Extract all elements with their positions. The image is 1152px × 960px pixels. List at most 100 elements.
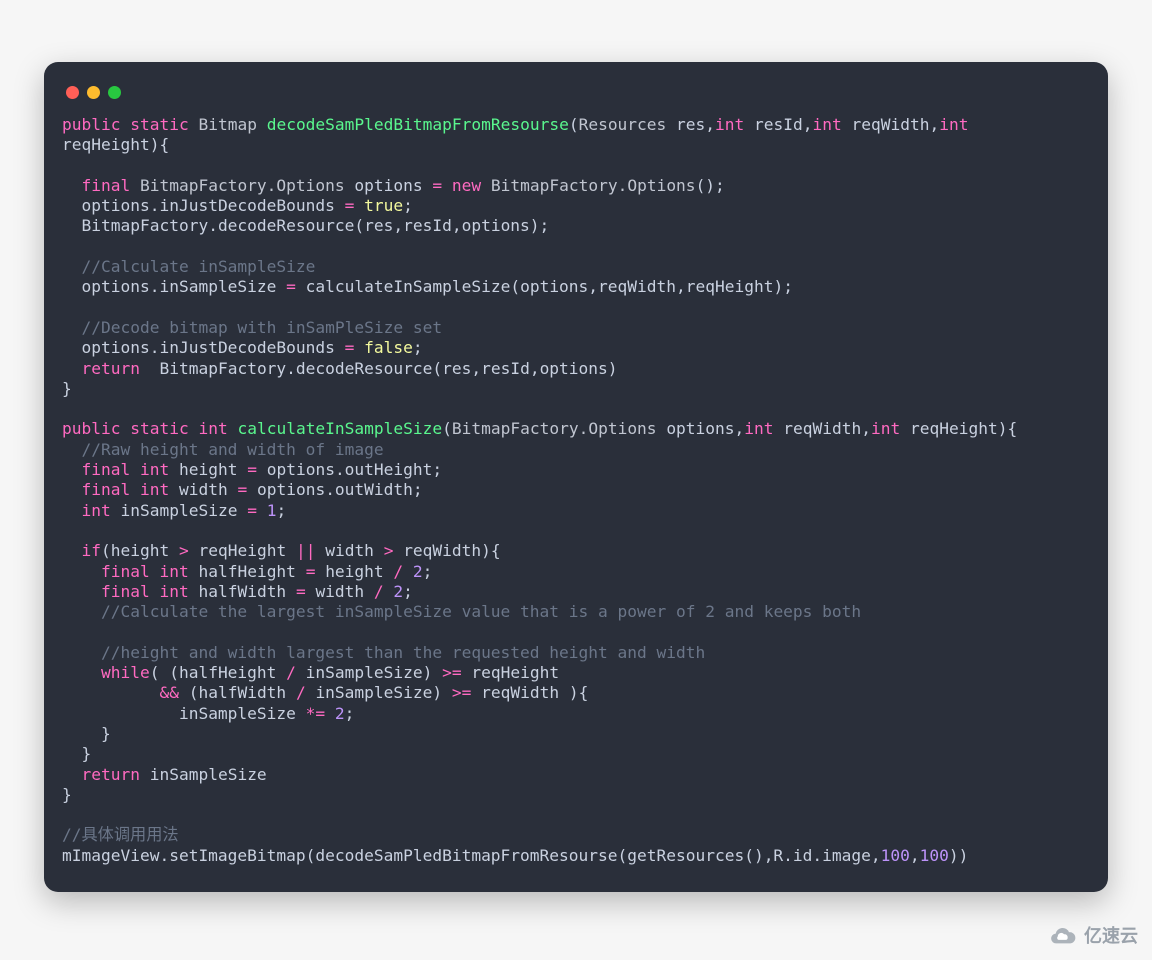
tok-id: }: [82, 744, 92, 763]
tok-id: reqHeight: [471, 663, 559, 682]
tok-cm: //Decode bitmap with inSamPleSize set: [82, 318, 443, 337]
tok-fn: calculateInSampleSize: [237, 419, 442, 438]
tok-id: BitmapFactory.decodeResource(res,resId,o…: [82, 216, 550, 235]
tok-id: options.outWidth;: [257, 480, 423, 499]
tok-cm: //Calculate inSampleSize: [82, 257, 316, 276]
tok-cm: //Calculate the largest inSampleSize val…: [101, 602, 861, 621]
tok-op: >=: [452, 683, 472, 702]
tok-op: =: [432, 176, 442, 195]
tok-op: =: [345, 196, 355, 215]
tok-id: width: [315, 582, 364, 601]
tok-id: ,: [861, 419, 871, 438]
tok-id: options.inSampleSize: [82, 277, 277, 296]
tok-ty: Resources: [579, 115, 667, 134]
close-icon[interactable]: [66, 86, 79, 99]
tok-id: height: [179, 460, 237, 479]
tok-op: =: [247, 460, 257, 479]
tok-kw: new: [452, 176, 481, 195]
maximize-icon[interactable]: [108, 86, 121, 99]
tok-id: ;: [403, 196, 413, 215]
tok-id: ( (halfHeight: [150, 663, 277, 682]
tok-op: =: [306, 562, 316, 581]
tok-kw: static: [130, 419, 188, 438]
tok-op: =: [286, 277, 296, 296]
tok-num: 2: [413, 562, 423, 581]
tok-id: }: [62, 785, 72, 804]
tok-ty: BitmapFactory.Options: [491, 176, 696, 195]
tok-id: ;: [276, 501, 286, 520]
tok-kw: int: [813, 115, 842, 134]
tok-kw: public: [62, 115, 120, 134]
tok-id: reqHeight){: [910, 419, 1017, 438]
tok-id: }: [62, 379, 72, 398]
tok-kw: static: [130, 115, 188, 134]
tok-kw: while: [101, 663, 150, 682]
tok-op: ||: [296, 541, 316, 560]
tok-kw: int: [140, 460, 169, 479]
tok-id: (halfWidth: [189, 683, 286, 702]
tok-id: inSampleSize: [150, 765, 267, 784]
tok-id: (: [442, 419, 452, 438]
tok-id: }: [101, 724, 111, 743]
tok-id: ;: [403, 582, 413, 601]
tok-ty: Bitmap: [198, 115, 256, 134]
tok-fn: decodeSamPledBitmapFromResourse: [267, 115, 569, 134]
tok-id: reqWidth){: [403, 541, 500, 560]
tok-id: ;: [345, 704, 355, 723]
tok-id: ,: [930, 115, 940, 134]
tok-op: &&: [159, 683, 179, 702]
tok-ty: BitmapFactory.Options: [140, 176, 345, 195]
tok-id: options.inJustDecodeBounds: [82, 196, 335, 215]
tok-kw: int: [159, 582, 188, 601]
tok-id: reqWidth: [852, 115, 930, 134]
tok-id: reqHeight: [198, 541, 286, 560]
tok-id: inSampleSize: [121, 501, 238, 520]
tok-id: inSampleSize): [306, 663, 433, 682]
tok-id: options: [354, 176, 422, 195]
tok-id: ,: [910, 846, 920, 865]
tok-kw: int: [140, 480, 169, 499]
tok-id: options.outHeight;: [267, 460, 442, 479]
tok-id: reqWidth ){: [481, 683, 588, 702]
tok-id: ,: [705, 115, 715, 134]
tok-num: 1: [267, 501, 277, 520]
tok-id: ;: [413, 338, 423, 357]
window-controls: [66, 86, 1090, 99]
watermark-text: 亿速云: [1084, 922, 1138, 948]
tok-id: options.inJustDecodeBounds: [82, 338, 335, 357]
tok-cm: //Raw height and width of image: [82, 440, 384, 459]
tok-num: 100: [920, 846, 949, 865]
minimize-icon[interactable]: [87, 86, 100, 99]
tok-op: >=: [442, 663, 462, 682]
tok-kw: final: [82, 176, 131, 195]
tok-op: /: [374, 582, 384, 601]
code-block: public static Bitmap decodeSamPledBitmap…: [62, 115, 1090, 866]
tok-kw: int: [159, 562, 188, 581]
tok-kw: if: [82, 541, 102, 560]
tok-num: 2: [335, 704, 345, 723]
tok-op: /: [393, 562, 403, 581]
tok-kw: int: [715, 115, 744, 134]
tok-kw: int: [871, 419, 900, 438]
tok-op: >: [384, 541, 394, 560]
tok-id: ();: [696, 176, 725, 195]
tok-op: /: [296, 683, 306, 702]
tok-id: ,: [735, 419, 745, 438]
tok-id: reqWidth: [783, 419, 861, 438]
tok-kw: int: [198, 419, 227, 438]
tok-id: inSampleSize): [315, 683, 442, 702]
tok-id: BitmapFactory.decodeResource(res,resId,o…: [159, 359, 617, 378]
tok-id: ;: [423, 562, 433, 581]
tok-kw: final: [101, 582, 150, 601]
tok-num: 2: [393, 582, 403, 601]
tok-id: reqHeight){: [62, 135, 169, 154]
code-window: public static Bitmap decodeSamPledBitmap…: [44, 62, 1108, 892]
tok-op: *=: [306, 704, 326, 723]
tok-id: inSampleSize: [179, 704, 296, 723]
tok-op: =: [247, 501, 257, 520]
tok-id: height: [325, 562, 383, 581]
tok-lit: true: [364, 196, 403, 215]
tok-kw: final: [82, 480, 131, 499]
tok-op: =: [345, 338, 355, 357]
tok-kw: return: [82, 359, 140, 378]
